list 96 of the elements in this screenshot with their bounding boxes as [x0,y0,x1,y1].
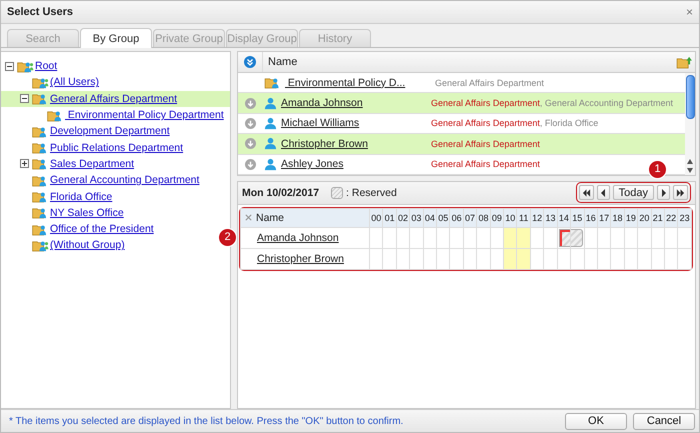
department-folder-icon [31,124,49,138]
user-name-link[interactable]: Amanda Johnson [281,97,431,110]
user-name-link[interactable]: Ashley Jones [281,158,431,170]
add-all-icon[interactable] [244,56,256,68]
department-label: General Affairs Department [431,159,540,170]
hour-header: 21 [651,208,664,228]
hour-header: 15 [570,208,584,228]
tree-item[interactable]: NY Sales Office [50,206,124,219]
add-icon[interactable] [244,158,256,170]
hour-header: 22 [664,208,678,228]
hour-header: 13 [544,208,558,228]
department-label: General Affairs Department [431,98,540,108]
user-icon [264,116,277,130]
hour-header: 05 [436,208,450,228]
hour-header: 03 [410,208,424,228]
schedule-date: Mon 10/02/2017 [242,186,320,199]
tree-item[interactable]: Development Department [50,125,170,138]
department-folder-icon [31,190,49,204]
first-page-button[interactable] [578,185,594,200]
next-button[interactable] [657,185,670,200]
user-name-link[interactable]: Environmental Policy D... [285,76,435,89]
department-folder-icon [31,141,49,154]
close-button[interactable]: × [686,5,693,19]
add-icon[interactable] [244,138,256,150]
window-title: Select Users [7,6,74,18]
previous-button[interactable] [596,185,610,200]
tree-item[interactable]: Office of the President [50,223,154,236]
tree-item[interactable]: Environmental Policy Department [65,109,224,122]
hour-header: 01 [382,208,396,228]
folder-up-icon[interactable] [676,56,693,68]
hour-header: 07 [463,208,477,228]
last-page-button[interactable] [673,185,688,200]
column-header: Name [256,212,284,224]
user-icon [264,137,277,150]
hour-header: 09 [490,208,504,228]
department-label: General Affairs Department [431,118,540,128]
department-label: General Affairs Department [435,78,544,88]
remove-all-icon[interactable] [245,214,252,221]
department-folder-icon [31,222,49,236]
hour-header: 20 [638,208,652,228]
scroll-down-icon[interactable] [687,168,693,173]
hour-header: 23 [678,208,692,228]
tab[interactable]: By Group [80,28,152,48]
department-folder-icon [31,157,49,170]
tree-item[interactable]: Public Relations Department [50,142,184,154]
add-icon[interactable] [244,98,256,109]
hour-header: 19 [624,208,638,228]
tree-item[interactable]: Florida Office [50,190,112,203]
cancel-button[interactable]: Cancel [633,412,695,430]
tree-item[interactable]: Root [35,60,58,72]
today-button[interactable]: Today [612,185,654,200]
double-right-arrow-icon [676,188,685,197]
group-folder-icon [16,60,34,73]
hour-header: 02 [396,208,410,228]
left-arrow-icon [601,188,606,197]
expand-toggle-icon[interactable] [20,94,29,104]
ok-button[interactable]: OK [565,412,627,430]
department-folder-icon [264,76,281,90]
hour-header: 17 [597,208,611,228]
reserved-swatch-icon [331,186,344,199]
expand-toggle-icon[interactable] [20,159,29,168]
tree-item[interactable]: (Without Group) [50,239,125,252]
department-label: , General Accounting Department [540,98,673,108]
department-folder-icon [31,206,49,220]
hour-header: 08 [476,208,490,228]
expand-toggle-icon[interactable] [5,62,14,71]
tree-item[interactable]: Sales Department [50,158,134,170]
user-icon [264,158,277,171]
user-name-link[interactable]: Michael Williams [281,117,431,130]
tree-item[interactable]: (All Users) [50,76,99,88]
department-folder-icon [31,92,49,106]
hour-header: 14 [557,208,571,228]
hour-header: 16 [584,208,598,228]
scroll-up-icon[interactable] [687,158,693,164]
right-arrow-icon [662,188,666,197]
scrollbar[interactable] [685,73,695,175]
department-folder-icon [31,174,49,187]
group-folder-icon [31,238,49,252]
hour-header: 04 [423,208,437,228]
add-icon[interactable] [244,118,256,129]
double-left-arrow-icon [582,188,591,197]
hour-header: 11 [516,208,530,228]
hour-header: 10 [504,208,517,228]
hour-header: 18 [610,208,624,228]
user-name-link[interactable]: Christopher Brown [281,138,431,150]
hour-header: 12 [530,208,544,228]
group-folder-icon [31,76,49,89]
footer-note: * The items you selected are displayed in the list below. Press the "OK" button to confirm. [9,416,404,426]
legend-label: : Reserved [346,186,397,199]
department-label: General Affairs Department [431,138,540,149]
department-folder-icon [46,108,64,122]
department-label: , Florida Office [540,118,598,128]
tree-item[interactable]: General Accounting Department [50,174,200,186]
hour-header: 00 [370,208,383,228]
hour-header: 06 [450,208,464,228]
user-icon [264,96,277,110]
